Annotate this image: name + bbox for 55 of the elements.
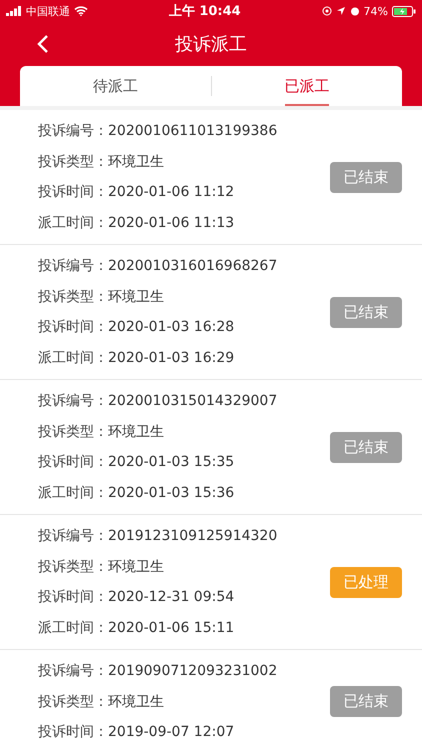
field-label: 派工时间： — [38, 484, 108, 502]
field-value: 2020010316016968267 — [108, 258, 278, 274]
field-value: 2020-01-06 11:13 — [108, 214, 234, 231]
status-time: 上午 10:44 — [168, 3, 241, 20]
status-badge: 已结束 — [330, 162, 402, 192]
rotation-lock-icon — [322, 6, 332, 16]
field-label: 投诉编号： — [38, 122, 108, 140]
field-value: 环境卫生 — [108, 692, 164, 711]
field-label: 投诉编号： — [38, 392, 108, 410]
field-label: 投诉编号： — [38, 527, 108, 546]
field-value: 2019-09-07 12:07 — [108, 724, 234, 740]
field-value: 2020010315014329007 — [108, 393, 278, 410]
field-value: 2020-01-03 15:36 — [108, 484, 234, 501]
field-label: 投诉类型： — [38, 152, 108, 171]
field-label: 投诉时间： — [38, 453, 108, 472]
status-badge: 已结束 — [330, 686, 402, 718]
field-label: 投诉时间： — [38, 318, 108, 336]
location-icon — [336, 6, 346, 16]
field-label: 投诉时间： — [38, 183, 108, 202]
field-value: 2020-01-03 15:35 — [108, 454, 234, 470]
back-icon[interactable] — [36, 34, 50, 54]
field-label: 派工时间： — [38, 214, 108, 232]
field-value: 环境卫生 — [108, 288, 164, 306]
field-label: 投诉类型： — [38, 288, 108, 306]
field-label: 投诉类型： — [38, 692, 108, 711]
tab[interactable]: 待派工 — [20, 66, 210, 106]
field-value: 2020-01-06 15:11 — [108, 620, 234, 636]
field-label: 投诉编号： — [38, 257, 108, 276]
field-label: 投诉时间： — [38, 588, 108, 606]
field-label: 投诉编号： — [38, 662, 108, 680]
field-label: 派工时间： — [38, 618, 108, 637]
field-value: 2020-01-06 11:12 — [108, 184, 234, 200]
battery-icon — [392, 6, 416, 16]
field-label: 投诉类型： — [38, 558, 108, 576]
field-label: 投诉类型： — [38, 422, 108, 441]
field-value: 环境卫生 — [108, 558, 164, 576]
carrier-name: 中国联通 — [26, 4, 70, 18]
field-value: 2020-12-31 09:54 — [108, 589, 234, 606]
status-badge: 已结束 — [330, 296, 402, 328]
field-value: 2020010611013199386 — [108, 123, 278, 140]
status-badge: 已结束 — [330, 432, 402, 462]
battery-percent: 74% — [364, 4, 388, 18]
field-value: 2020-01-03 16:29 — [108, 350, 234, 366]
field-value: 2020-01-03 16:28 — [108, 319, 234, 336]
field-value: 环境卫生 — [108, 152, 164, 171]
field-label: 派工时间： — [38, 348, 108, 367]
status-badge: 已处理 — [330, 566, 402, 598]
field-label: 投诉时间： — [38, 723, 108, 742]
wifi-icon — [74, 6, 88, 16]
tab[interactable]: 已派工 — [212, 66, 402, 106]
field-value: 2019090712093231002 — [108, 663, 278, 680]
page-title: 投诉派工 — [175, 33, 247, 56]
field-value: 2019123109125914320 — [108, 528, 278, 544]
signal-icon — [6, 6, 22, 16]
field-value: 环境卫生 — [108, 422, 164, 441]
